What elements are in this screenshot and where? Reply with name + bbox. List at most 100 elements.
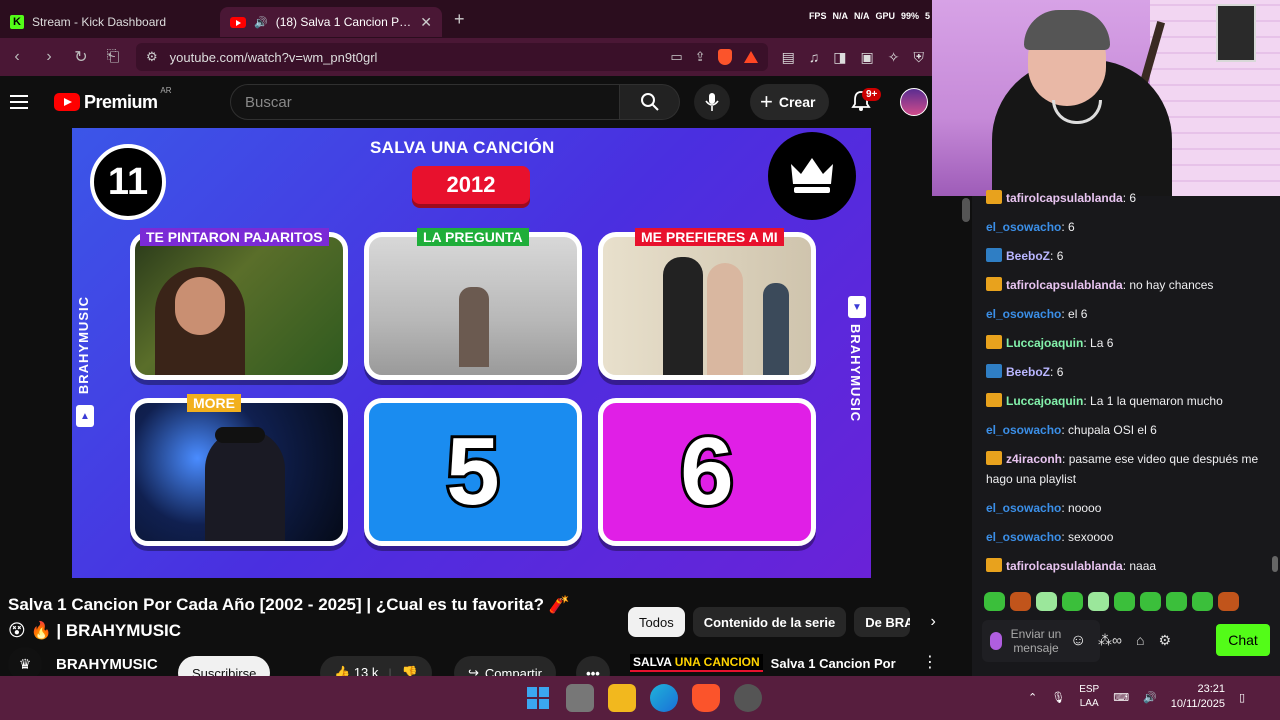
start-button[interactable] [524, 684, 552, 712]
emote-icon[interactable] [984, 592, 1005, 611]
recommended-video[interactable]: SALVA UNA CANCION Salva 1 Cancion Por [630, 654, 896, 672]
chat-separator: : [1062, 452, 1069, 466]
voice-search-button[interactable] [694, 84, 730, 120]
chat-username[interactable]: el_osowacho [986, 307, 1061, 321]
song-card-6: 6 [598, 398, 816, 546]
wallet-icon[interactable]: ▣ [861, 49, 874, 66]
emote-icon[interactable] [1218, 592, 1239, 611]
forward-icon[interactable]: › [40, 48, 58, 66]
chat-message: el_osowacho: 6 [986, 217, 1276, 237]
emote-icon[interactable] [1036, 592, 1057, 611]
search-input[interactable] [230, 84, 620, 120]
volume-icon[interactable]: 🔊 [1143, 691, 1157, 704]
brave-icon[interactable] [692, 684, 720, 712]
points-icon[interactable]: ⁂∞ [1098, 632, 1122, 649]
chevron-up-icon[interactable]: ⌃ [1028, 691, 1037, 704]
chat-username[interactable]: tafirolcapsulablanda [1006, 191, 1123, 205]
reload-icon[interactable]: ↻ [72, 47, 90, 67]
chevron-right-icon[interactable]: › [918, 607, 948, 637]
sidebar-icon[interactable]: ◨ [833, 49, 846, 66]
back-icon[interactable]: ‹ [8, 48, 26, 66]
create-button[interactable]: + Crear [750, 84, 830, 120]
chat-username[interactable]: BeeboZ [1006, 249, 1050, 263]
overlay-label: FPS [808, 11, 827, 21]
cast-icon[interactable]: ▭ [670, 49, 682, 65]
overlay-value: N/A [853, 11, 870, 21]
emote-icon[interactable] [1140, 592, 1161, 611]
chat-username[interactable]: el_osowacho [986, 530, 1061, 544]
new-tab-button[interactable]: + [454, 9, 465, 30]
recommended-menu-icon[interactable]: ⋮ [922, 652, 938, 672]
microphone-icon[interactable]: 🎙 [1051, 691, 1065, 704]
notification-center-icon[interactable]: ▯ [1239, 691, 1245, 704]
side-brand-left: BRAHYMUSIC [76, 296, 91, 395]
task-view-icon[interactable] [566, 684, 594, 712]
youtube-premium-logo[interactable]: Premium AR [54, 86, 172, 113]
chat-username[interactable]: tafirolcapsulablanda [1006, 559, 1123, 573]
emote-icon[interactable] [1166, 592, 1187, 611]
close-tab-icon[interactable]: ✕ [420, 14, 432, 31]
media-icon[interactable]: ♫ [809, 49, 820, 66]
search-icon [640, 93, 659, 111]
menu-icon[interactable] [10, 95, 28, 109]
chat-username[interactable]: Luccajoaquin [1006, 394, 1083, 408]
emote-icon[interactable] [1062, 592, 1083, 611]
settings-gear-icon[interactable]: ⚙ [1158, 632, 1171, 649]
leo-ai-icon[interactable]: ✧ [888, 49, 900, 66]
search-button[interactable] [620, 84, 680, 120]
share-icon[interactable]: ⇪ [695, 49, 706, 65]
chip-series[interactable]: Contenido de la serie [692, 607, 847, 637]
overlay-value: N/A [832, 11, 848, 21]
network-icon[interactable]: ⌨ [1113, 691, 1129, 704]
brave-shields-icon[interactable] [717, 49, 732, 65]
emote-icon[interactable] [1010, 592, 1031, 611]
video-player[interactable]: 11 SALVA UNA CANCIÓN 2012 BRAHYMUSIC ▲ B… [72, 128, 871, 578]
chat-username[interactable]: z4iraconh [1006, 452, 1062, 466]
clock[interactable]: 23:21 10/11/2025 [1171, 682, 1225, 712]
microphone-icon[interactable] [990, 632, 1002, 650]
chip-all[interactable]: Todos [628, 607, 685, 637]
emote-icon[interactable] [1088, 592, 1109, 611]
edge-icon[interactable] [650, 684, 678, 712]
send-chat-button[interactable]: Chat [1216, 624, 1270, 656]
obs-icon[interactable] [734, 684, 762, 712]
site-settings-icon[interactable]: ⚙ [146, 49, 158, 65]
url-text[interactable]: youtube.com/watch?v=wm_pn9t0grl [170, 50, 659, 65]
microphone-icon [705, 93, 719, 111]
emoji-icon[interactable]: ☺ [1070, 632, 1086, 650]
chat-username[interactable]: el_osowacho [986, 423, 1061, 437]
chip-from-channel[interactable]: De BRAHYMUSIC [854, 607, 911, 637]
chat-username[interactable]: tafirolcapsulablanda [1006, 278, 1123, 292]
wall-poster [1216, 4, 1256, 62]
video-title-line-1: Salva 1 Cancion Por Cada Año [2002 - 202… [8, 595, 570, 614]
reader-mode-icon[interactable]: ▤ [782, 49, 795, 66]
emote-icon[interactable] [1114, 592, 1135, 611]
chat-username[interactable]: BeeboZ [1006, 365, 1050, 379]
arrow-up-icon: ▲ [76, 405, 94, 427]
vpn-icon[interactable]: ⛨ [914, 49, 925, 66]
chat-input[interactable]: Enviar un mensaje ☺ [982, 620, 1100, 662]
chat-username[interactable]: Luccajoaquin [1006, 336, 1083, 350]
song-card-5: 5 [364, 398, 582, 546]
tab-kick-dashboard[interactable]: K Stream - Kick Dashboard [0, 7, 220, 37]
page-scrollbar[interactable] [960, 196, 972, 676]
chat-username[interactable]: el_osowacho [986, 220, 1061, 234]
chat-message: el_osowacho: noooo [986, 498, 1276, 518]
account-avatar[interactable] [900, 88, 928, 116]
chat-scrollbar[interactable] [1272, 556, 1278, 572]
chat-username[interactable]: el_osowacho [986, 501, 1061, 515]
url-field[interactable]: ⚙ youtube.com/watch?v=wm_pn9t0grl ▭ ⇪ [136, 43, 768, 71]
store-icon[interactable]: ⌂ [1136, 632, 1144, 649]
tab-youtube-video[interactable]: 🔊 (18) Salva 1 Cancion Por Cada Año ✕ [220, 7, 442, 37]
brave-rewards-icon[interactable] [743, 51, 758, 63]
chat-message: el_osowacho: el 6 [986, 304, 1276, 324]
file-explorer-icon[interactable] [608, 684, 636, 712]
speaker-icon[interactable]: 🔊 [254, 16, 268, 29]
bookmark-icon[interactable]: ⎗ [104, 48, 122, 66]
song-label-3: ME PREFIERES A MI [635, 228, 784, 246]
emote-icon[interactable] [1192, 592, 1213, 611]
thumb-text-b: UNA CANCION [674, 655, 760, 669]
channel-name[interactable]: BRAHYMUSIC [56, 656, 158, 673]
background-figure [763, 283, 789, 375]
language-indicator[interactable]: ESP LAA [1079, 683, 1099, 711]
